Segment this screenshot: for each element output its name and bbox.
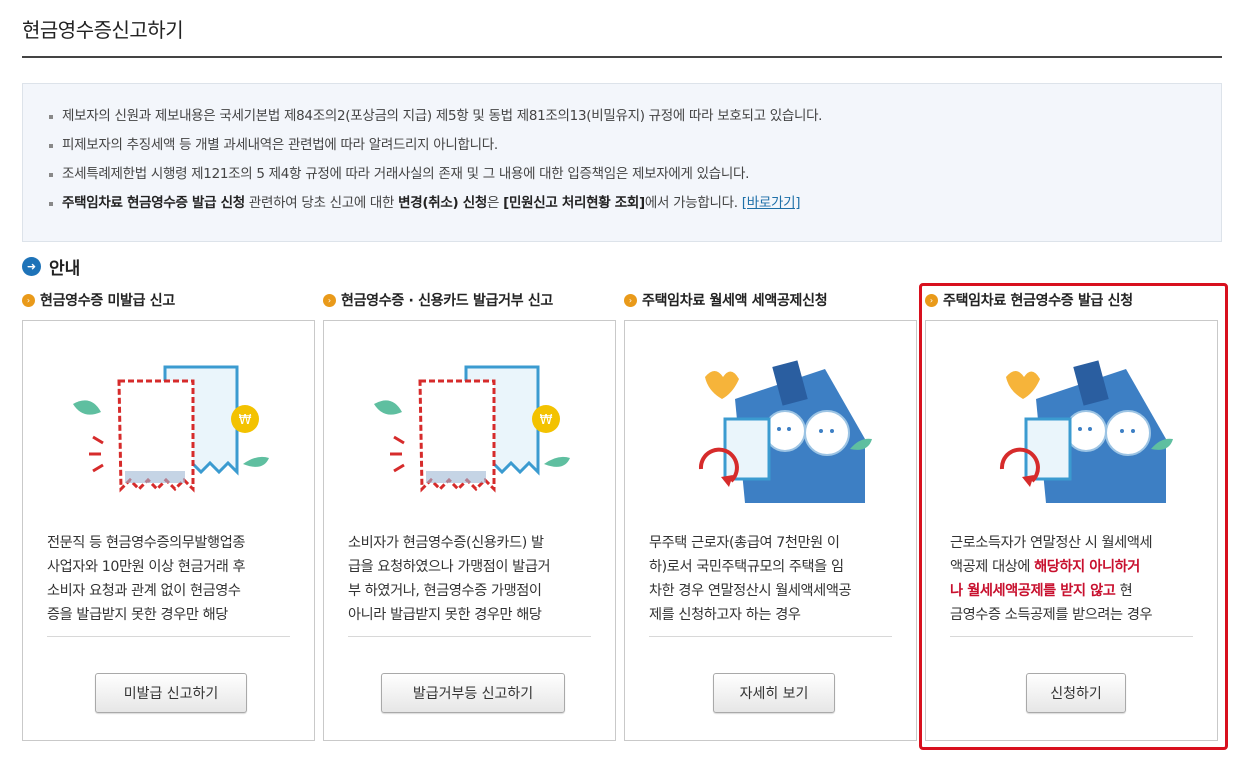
desc-text: 액공제 대상에 [950,559,1035,575]
card-divider [348,636,591,637]
notice-bold-text: 주택임차료 현금영수증 발급 신청 [62,195,245,211]
guide-header: ➜ 안내 [22,254,80,279]
card-unissued-report: ₩ 전문직 등 현금영수증의무발행업종 사업자와 10만원 이상 현금거래 후 … [22,320,315,741]
desc-line: 전문직 등 현금영수증의무발행업종 [47,535,246,551]
card-rent-deduction: 무주택 근로자(총급여 7천만원 이 하)로서 국민주택규모의 주택을 임 차한… [624,320,917,741]
orange-bullet-icon: › [925,293,938,307]
card-description: 전문직 등 현금영수증의무발행업종 사업자와 10만원 이상 현금거래 후 소비… [47,531,292,627]
unissued-report-button[interactable]: 미발급 신고하기 [95,673,247,713]
notice-text: 관련하여 당초 신고에 대한 [244,195,399,211]
desc-line: 근로소득자가 연말정산 시 월세액세 [950,535,1153,551]
card-column-rent-receipt-apply: › 주택임차료 현금영수증 발급 신청 근로소득자가 연말정산 시 월세액세 액… [925,288,1221,741]
desc-line: 무주택 근로자(총급여 7천만원 이 [649,535,840,551]
card-title: 주택임차료 월세액 세액공제신청 [642,293,828,309]
apply-button[interactable]: 신청하기 [1026,673,1126,713]
desc-line: 급을 요청하였으나 가맹점이 발급거 [348,559,551,575]
svg-text:₩: ₩ [239,413,252,428]
notice-bold-text: 변경(취소) 신청 [398,195,488,211]
desc-highlight: 해당하지 아니하거 [1034,559,1140,575]
card-column-refusal-report: › 현금영수증 · 신용카드 발급거부 신고 ₩ 소비자가 현금영수증(신용카드… [323,288,619,741]
card-header: › 주택임차료 월세액 세액공제신청 [624,288,920,312]
notice-text: 은 [487,195,504,211]
desc-line: 소비자가 현금영수증(신용카드) 발 [348,535,544,551]
notice-box: 제보자의 신원과 제보내용은 국세기본법 제84조의2(포상금의 지급) 제5항… [22,83,1222,242]
card-header: › 현금영수증 · 신용카드 발급거부 신고 [323,288,619,312]
card-column-rent-deduction: › 주택임차료 월세액 세액공제신청 무주택 근로자(총급여 7천만원 이 하)… [624,288,920,741]
orange-bullet-icon: › [22,293,35,307]
card-description: 소비자가 현금영수증(신용카드) 발 급을 요청하였으나 가맹점이 발급거 부 … [348,531,593,627]
house-refund-icon [698,360,872,503]
notice-item-housing-rent: 주택임차료 현금영수증 발급 신청 관련하여 당초 신고에 대한 변경(취소) … [49,189,1221,218]
svg-text:₩: ₩ [540,413,553,428]
notice-text: 에서 가능합니다. [644,195,742,211]
desc-highlight: 나 월세세액공제를 받지 않고 [950,583,1116,599]
orange-bullet-icon: › [624,293,637,307]
receipt-coin-icon: ₩ [374,365,570,493]
card-title: 현금영수증 미발급 신고 [40,293,175,309]
guide-title: 안내 [49,259,81,279]
card-description: 근로소득자가 연말정산 시 월세액세 액공제 대상에 해당하지 아니하거 나 월… [950,531,1195,627]
card-title: 현금영수증 · 신용카드 발급거부 신고 [341,293,554,309]
desc-line: 부 하였거나, 현금영수증 가맹점이 [348,583,542,599]
card-column-unissued-report: › 현금영수증 미발급 신고 ₩ 전문직 등 현금영수증의무발행업종 사업자와 … [22,288,318,741]
desc-line: 금영수증 소득공제를 받으려는 경우 [950,607,1153,623]
desc-line: 나 월세세액공제를 받지 않고 현 [950,579,1195,603]
card-description: 무주택 근로자(총급여 7천만원 이 하)로서 국민주택규모의 주택을 임 차한… [649,531,894,627]
notice-bold-text: [민원신고 처리현황 조회] [503,195,645,211]
arrow-right-circle-icon: ➜ [22,257,41,276]
desc-line: 하)로서 국민주택규모의 주택을 임 [649,559,844,575]
desc-line: 사업자와 10만원 이상 현금거래 후 [47,559,246,575]
card-header: › 주택임차료 현금영수증 발급 신청 [925,288,1221,312]
page-title: 현금영수증신고하기 [22,18,184,42]
card-divider [47,636,290,637]
house-refund-icon [999,360,1173,503]
card-title: 주택임차료 현금영수증 발급 신청 [943,293,1133,309]
card-divider [649,636,892,637]
card-divider [950,636,1193,637]
notice-item: 조세특례제한법 시행령 제121조의 5 제4항 규정에 따라 거래사실의 존재… [49,160,1221,189]
desc-line: 아니라 발급받지 못한 경우만 해당 [348,607,542,623]
card-refusal-report: ₩ 소비자가 현금영수증(신용카드) 발 급을 요청하였으나 가맹점이 발급거 … [323,320,616,741]
desc-text: 현 [1115,583,1133,599]
notice-item: 피제보자의 추징세액 등 개별 과세내역은 관련법에 따라 알려드리지 아니합니… [49,131,1221,160]
desc-line: 소비자 요청과 관계 없이 현금영수 [47,583,241,599]
desc-line: 증을 발급받지 못한 경우만 해당 [47,607,228,623]
orange-bullet-icon: › [323,293,336,307]
notice-item: 제보자의 신원과 제보내용은 국세기본법 제84조의2(포상금의 지급) 제5항… [49,102,1221,131]
card-rent-receipt-apply: 근로소득자가 연말정산 시 월세액세 액공제 대상에 해당하지 아니하거 나 월… [925,320,1218,741]
desc-line: 차한 경우 연말정산시 월세액세액공 [649,583,852,599]
receipt-coin-icon: ₩ [73,365,269,493]
desc-line: 제를 신청하고자 하는 경우 [649,607,801,623]
card-header: › 현금영수증 미발급 신고 [22,288,318,312]
title-divider [22,56,1222,58]
desc-line: 액공제 대상에 해당하지 아니하거 [950,555,1195,579]
view-details-button[interactable]: 자세히 보기 [713,673,835,713]
shortcut-link[interactable]: [바로가기] [742,195,801,211]
refusal-report-button[interactable]: 발급거부등 신고하기 [381,673,565,713]
